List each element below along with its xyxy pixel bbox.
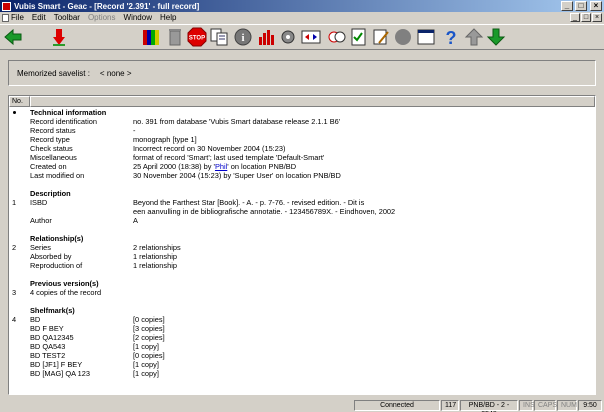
user-link[interactable]: Phil [215,162,227,171]
list-item: BD TEST2 [0 copies] [30,351,165,360]
column-header-main[interactable] [30,96,595,107]
window-icon[interactable] [416,27,436,47]
books-icon[interactable] [141,27,161,47]
status-ins: INS [519,400,535,411]
menu-options: Options [87,13,116,22]
list-item[interactable]: 34 copies of the record [9,288,589,297]
list-item: Record status - [30,126,136,135]
section-relationships[interactable]: Relationship(s) [9,234,589,243]
section-shelfmarks[interactable]: Shelfmark(s) [9,306,589,315]
maximize-button[interactable]: □ [575,1,587,11]
status-bar: Connected 117 PNB/BD - 2 - 3548 INS CAPS… [0,399,604,412]
grid-header: No. [9,96,595,107]
checklist-icon[interactable] [349,27,369,47]
list-item[interactable]: 1 ISBD Beyond the Farthest Star [Book]. - … [9,198,589,207]
status-num: NUM [557,400,577,411]
record-grid[interactable]: No. Technical information Record identif… [8,95,596,395]
section-technical[interactable]: Technical information [9,108,589,117]
download-icon[interactable] [49,27,69,47]
list-item: Reproduction of 1 relationship [30,261,177,270]
up-arrow-icon[interactable] [464,27,484,47]
status-time: 9:50 [578,400,602,411]
circle-icon[interactable] [393,27,413,47]
compare-icon[interactable] [327,27,347,47]
list-item: BD [JF1] F BEY [1 copy] [30,360,159,369]
savelist-label: Memorized savelist : [17,68,90,78]
toolbar: STOP i ? [0,24,604,50]
savelist-panel: Memorized savelist : < none > [8,60,596,86]
window-title: Vubis Smart - Geac - [Record '2.391' - f… [14,1,200,11]
stop-icon[interactable]: STOP [187,27,207,47]
list-item: Last modified on 30 November 2004 (15:23)… [30,171,341,180]
list-item: Miscellaneous format of record 'Smart'; l… [30,153,325,162]
status-location: PNB/BD - 2 - 3548 [460,400,518,412]
list-item: een aanvulling in de bibliografische ann… [133,207,396,216]
current-row-marker [13,111,16,114]
section-previous-versions[interactable]: Previous version(s) [9,279,589,288]
child-restore-button[interactable]: □ [581,13,591,22]
copy-icon[interactable] [209,27,229,47]
child-close-button[interactable]: × [592,13,602,22]
help-icon[interactable]: ? [441,27,461,47]
menu-file[interactable]: File [2,13,24,22]
status-caps: CAPS [534,400,557,411]
section-description[interactable]: Description [9,189,589,198]
list-item: BD F BEY [3 copies] [30,324,165,333]
list-item: Record identification no. 391 from databa… [30,117,341,126]
list-item: Check status Incorrect record on 30 Novem… [30,144,286,153]
menu-bar: File Edit Toolbar Options Window Help _ … [0,12,604,23]
list-item: Author A [30,216,138,225]
menu-toolbar[interactable]: Toolbar [54,13,80,22]
savelist-value: < none > [99,68,132,78]
close-button[interactable]: × [590,1,602,11]
down-arrow-icon[interactable] [486,27,506,47]
chart-icon[interactable] [256,27,276,47]
title-bar: Vubis Smart - Geac - [Record '2.391' - f… [0,0,604,12]
app-icon [2,1,11,11]
trash-icon[interactable] [165,27,185,47]
list-item: BD QA543 [1 copy] [30,342,159,351]
info-icon[interactable]: i [233,27,253,47]
edit-icon[interactable] [371,27,391,47]
child-minimize-button[interactable]: _ [570,13,580,22]
document-icon [2,13,9,22]
svg-text:i: i [241,32,244,44]
svg-text:STOP: STOP [189,36,205,42]
list-item: BD [MAG] QA 123 [1 copy] [30,369,159,378]
menu-help[interactable]: Help [160,13,176,22]
status-connection: Connected [354,400,440,411]
list-item[interactable]: 4 BD [0 copies] [9,315,589,324]
minimize-button[interactable]: _ [561,1,573,11]
settings-icon[interactable] [278,27,298,47]
list-item: BD QA12345 [2 copies] [30,333,165,342]
column-header-no[interactable]: No. [9,96,30,107]
menu-window[interactable]: Window [124,13,152,22]
list-item: Absorbed by 1 relationship [30,252,177,261]
back-arrow-icon[interactable] [3,27,23,47]
list-item: Record type monograph [type 1] [30,135,197,144]
list-item[interactable]: 2 Series 2 relationships [9,243,589,252]
list-item: Created on 25 April 2000 (18:38) by 'Phil… [30,162,297,171]
swap-icon[interactable] [301,27,321,47]
svg-text:?: ? [446,28,457,47]
status-count: 117 [441,400,459,411]
menu-edit[interactable]: Edit [32,13,46,22]
